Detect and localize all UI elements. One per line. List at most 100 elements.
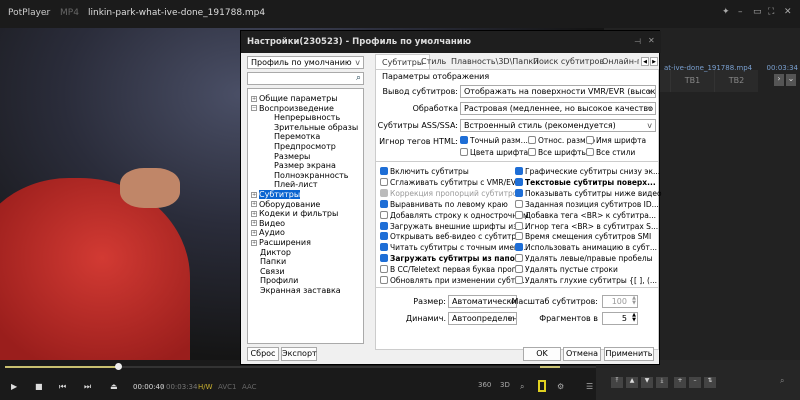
option-checkbox[interactable]: Графические субтитры снизу эк... <box>515 167 660 177</box>
settings-search-input[interactable]: ⌕ <box>247 72 364 85</box>
capture-icon[interactable] <box>538 380 546 392</box>
tab-smoothness[interactable]: Плавность\3D\Папки <box>451 55 538 69</box>
tree-item[interactable]: Профили <box>260 276 298 286</box>
move-down-icon[interactable]: ▼ <box>641 377 653 388</box>
tree-item[interactable]: + Видео <box>251 219 285 229</box>
tree-item[interactable]: + Общие параметры <box>251 94 338 104</box>
option-checkbox[interactable]: Выравнивать по левому краю <box>380 199 508 210</box>
move-up-icon[interactable]: ▲ <box>626 377 638 388</box>
option-checkbox[interactable]: Удалять глухие субтитры {[ ], (... <box>515 276 657 286</box>
tree-item[interactable]: Папки <box>260 257 286 267</box>
tree-item[interactable]: Перемотка <box>274 132 320 142</box>
gear-icon[interactable]: ⚙ <box>557 382 564 391</box>
option-checkbox[interactable]: Удалять левые/правые пробелы <box>515 254 653 264</box>
size-select[interactable]: Автоматический v <box>448 295 517 308</box>
maximize-icon[interactable]: ▭ <box>753 7 762 17</box>
tree-item[interactable]: Плей-лист <box>274 180 318 190</box>
tree-item[interactable]: + Субтитры <box>251 190 301 200</box>
tree-item[interactable]: Размер экрана <box>274 161 336 171</box>
option-checkbox[interactable]: Игнор тега <BR> в субтитрах S... <box>515 221 658 232</box>
option-checkbox[interactable]: Заданная позиция субтитров ID... <box>515 199 659 210</box>
output-select[interactable]: Отображать на поверхности VMR/EVR (высок… <box>460 85 656 98</box>
tab-subtitle-search[interactable]: Поиск субтитров <box>533 55 604 69</box>
tree-item[interactable]: Зрительные образы <box>274 123 358 133</box>
option-checkbox[interactable]: Открывать веб-видео с субтитр... <box>380 232 523 242</box>
html-tag-checkbox[interactable]: Все шрифты <box>528 148 587 158</box>
expand-icon[interactable]: + <box>251 95 257 102</box>
stop-icon[interactable]: ■ <box>35 382 43 391</box>
ass-select[interactable]: Встроенный стиль (рекомендуется) v <box>460 119 656 132</box>
tree-item[interactable]: − Воспроизведение <box>251 104 334 114</box>
chevron-right-icon[interactable]: › <box>774 74 784 86</box>
tab-online[interactable]: Онлайн-п <box>602 55 639 69</box>
tree-item[interactable]: Полноэкранность <box>274 171 348 181</box>
html-tag-checkbox[interactable]: Относ. размер <box>528 136 595 146</box>
option-checkbox[interactable]: Показывать субтитры ниже видео <box>515 188 662 199</box>
dialog-close-icon[interactable]: ✕ <box>648 36 655 45</box>
volume-slider[interactable] <box>540 366 560 368</box>
dynamic-select[interactable]: Автоопределени v <box>448 312 517 325</box>
chevron-down-icon[interactable]: ⌄ <box>786 74 796 86</box>
option-checkbox[interactable]: Добавка тега <BR> к субтитра... <box>515 210 656 221</box>
spinner-arrows-icon[interactable]: ▲ ▼ <box>632 296 636 306</box>
expand-icon[interactable]: + <box>251 220 257 227</box>
export-button[interactable]: Экспорт <box>281 347 317 361</box>
next-icon[interactable]: ⏭ <box>84 382 91 392</box>
option-checkbox[interactable]: Обновлять при изменении субти... <box>380 276 527 286</box>
option-checkbox[interactable]: В CC/Teletext первая буква проп... <box>380 265 524 275</box>
zoom-icon[interactable]: ⌕ <box>520 382 524 392</box>
hw-badge[interactable]: H/W <box>198 383 213 391</box>
3d-button[interactable]: 3D <box>500 381 510 389</box>
minimize-icon[interactable]: – <box>738 7 743 17</box>
tab-scroll-right-icon[interactable]: ▶ <box>650 57 658 66</box>
menu-icon[interactable]: ☰ <box>586 382 593 391</box>
move-top-icon[interactable]: ⤒ <box>611 377 623 388</box>
option-checkbox[interactable]: Включить субтитры <box>380 167 469 177</box>
html-tag-checkbox[interactable]: Все стили <box>586 148 635 158</box>
apply-button[interactable]: Применить <box>604 347 654 361</box>
tab-style[interactable]: Стиль <box>421 55 446 69</box>
tab-scroll-left-icon[interactable]: ◀ <box>641 57 649 66</box>
profile-select[interactable]: Профиль по умолчанию v <box>247 56 364 69</box>
expand-icon[interactable]: + <box>251 239 257 246</box>
move-bottom-icon[interactable]: ⤓ <box>656 377 668 388</box>
expand-icon[interactable]: + <box>251 210 257 217</box>
pin-icon[interactable]: ✦ <box>722 7 730 17</box>
sort-icon[interactable]: ⇅ <box>704 377 716 388</box>
seek-handle[interactable] <box>115 363 123 370</box>
option-checkbox[interactable]: Удалять пустые строки <box>515 265 618 275</box>
html-tag-checkbox[interactable]: Точный разм... <box>460 136 528 146</box>
360-button[interactable]: 360 <box>478 381 491 389</box>
tree-item[interactable]: + Оборудование <box>251 200 320 210</box>
option-checkbox[interactable]: Добавлять строку к однострочным <box>380 210 529 221</box>
eject-icon[interactable]: ⏏ <box>110 382 118 391</box>
previous-icon[interactable]: ⏮ <box>59 382 66 392</box>
tree-item[interactable]: Связи <box>260 267 285 277</box>
option-checkbox[interactable]: Загружать внешние шрифты из ... <box>380 221 527 232</box>
close-icon[interactable]: ✕ <box>784 7 792 17</box>
tree-item[interactable]: Предпросмотр <box>274 142 336 152</box>
fullscreen-icon[interactable]: ⛶ <box>768 7 774 17</box>
expand-icon[interactable]: + <box>251 229 257 236</box>
pin-icon[interactable]: ⊣ <box>634 37 641 46</box>
expand-icon[interactable]: + <box>251 201 257 208</box>
search-icon[interactable]: ⌕ <box>780 376 784 386</box>
option-checkbox[interactable]: Использовать анимацию в субт... <box>515 243 657 253</box>
option-checkbox[interactable]: Загружать субтитры из папо... <box>380 254 523 264</box>
option-checkbox[interactable]: Текстовые субтитры поверх... <box>515 177 656 188</box>
option-checkbox[interactable]: Время смещения субтитров SMI <box>515 232 651 242</box>
option-checkbox[interactable]: Сглаживать субтитры с VMR/EVR <box>380 177 521 188</box>
search-icon[interactable]: ⌕ <box>356 73 361 83</box>
tree-item[interactable]: + Кодеки и фильтры <box>251 209 338 219</box>
playlist-row[interactable]: at-ive-done_191788.mp4 00:03:34 <box>664 64 798 74</box>
play-icon[interactable]: ▶ <box>11 382 17 391</box>
collapse-icon[interactable]: − <box>251 105 257 112</box>
html-tag-checkbox[interactable]: Цвета шрифта <box>460 148 528 158</box>
remove-icon[interactable]: – <box>689 377 701 388</box>
tree-item[interactable]: Размеры <box>274 152 310 162</box>
processing-select[interactable]: Растровая (медленнее, но высокое качеств… <box>460 102 656 115</box>
tree-item[interactable]: Непрерывность <box>274 113 340 123</box>
add-icon[interactable]: + <box>674 377 686 388</box>
html-tag-checkbox[interactable]: Имя шрифта <box>586 136 646 146</box>
tree-item[interactable]: Экранная заставка <box>260 286 341 296</box>
